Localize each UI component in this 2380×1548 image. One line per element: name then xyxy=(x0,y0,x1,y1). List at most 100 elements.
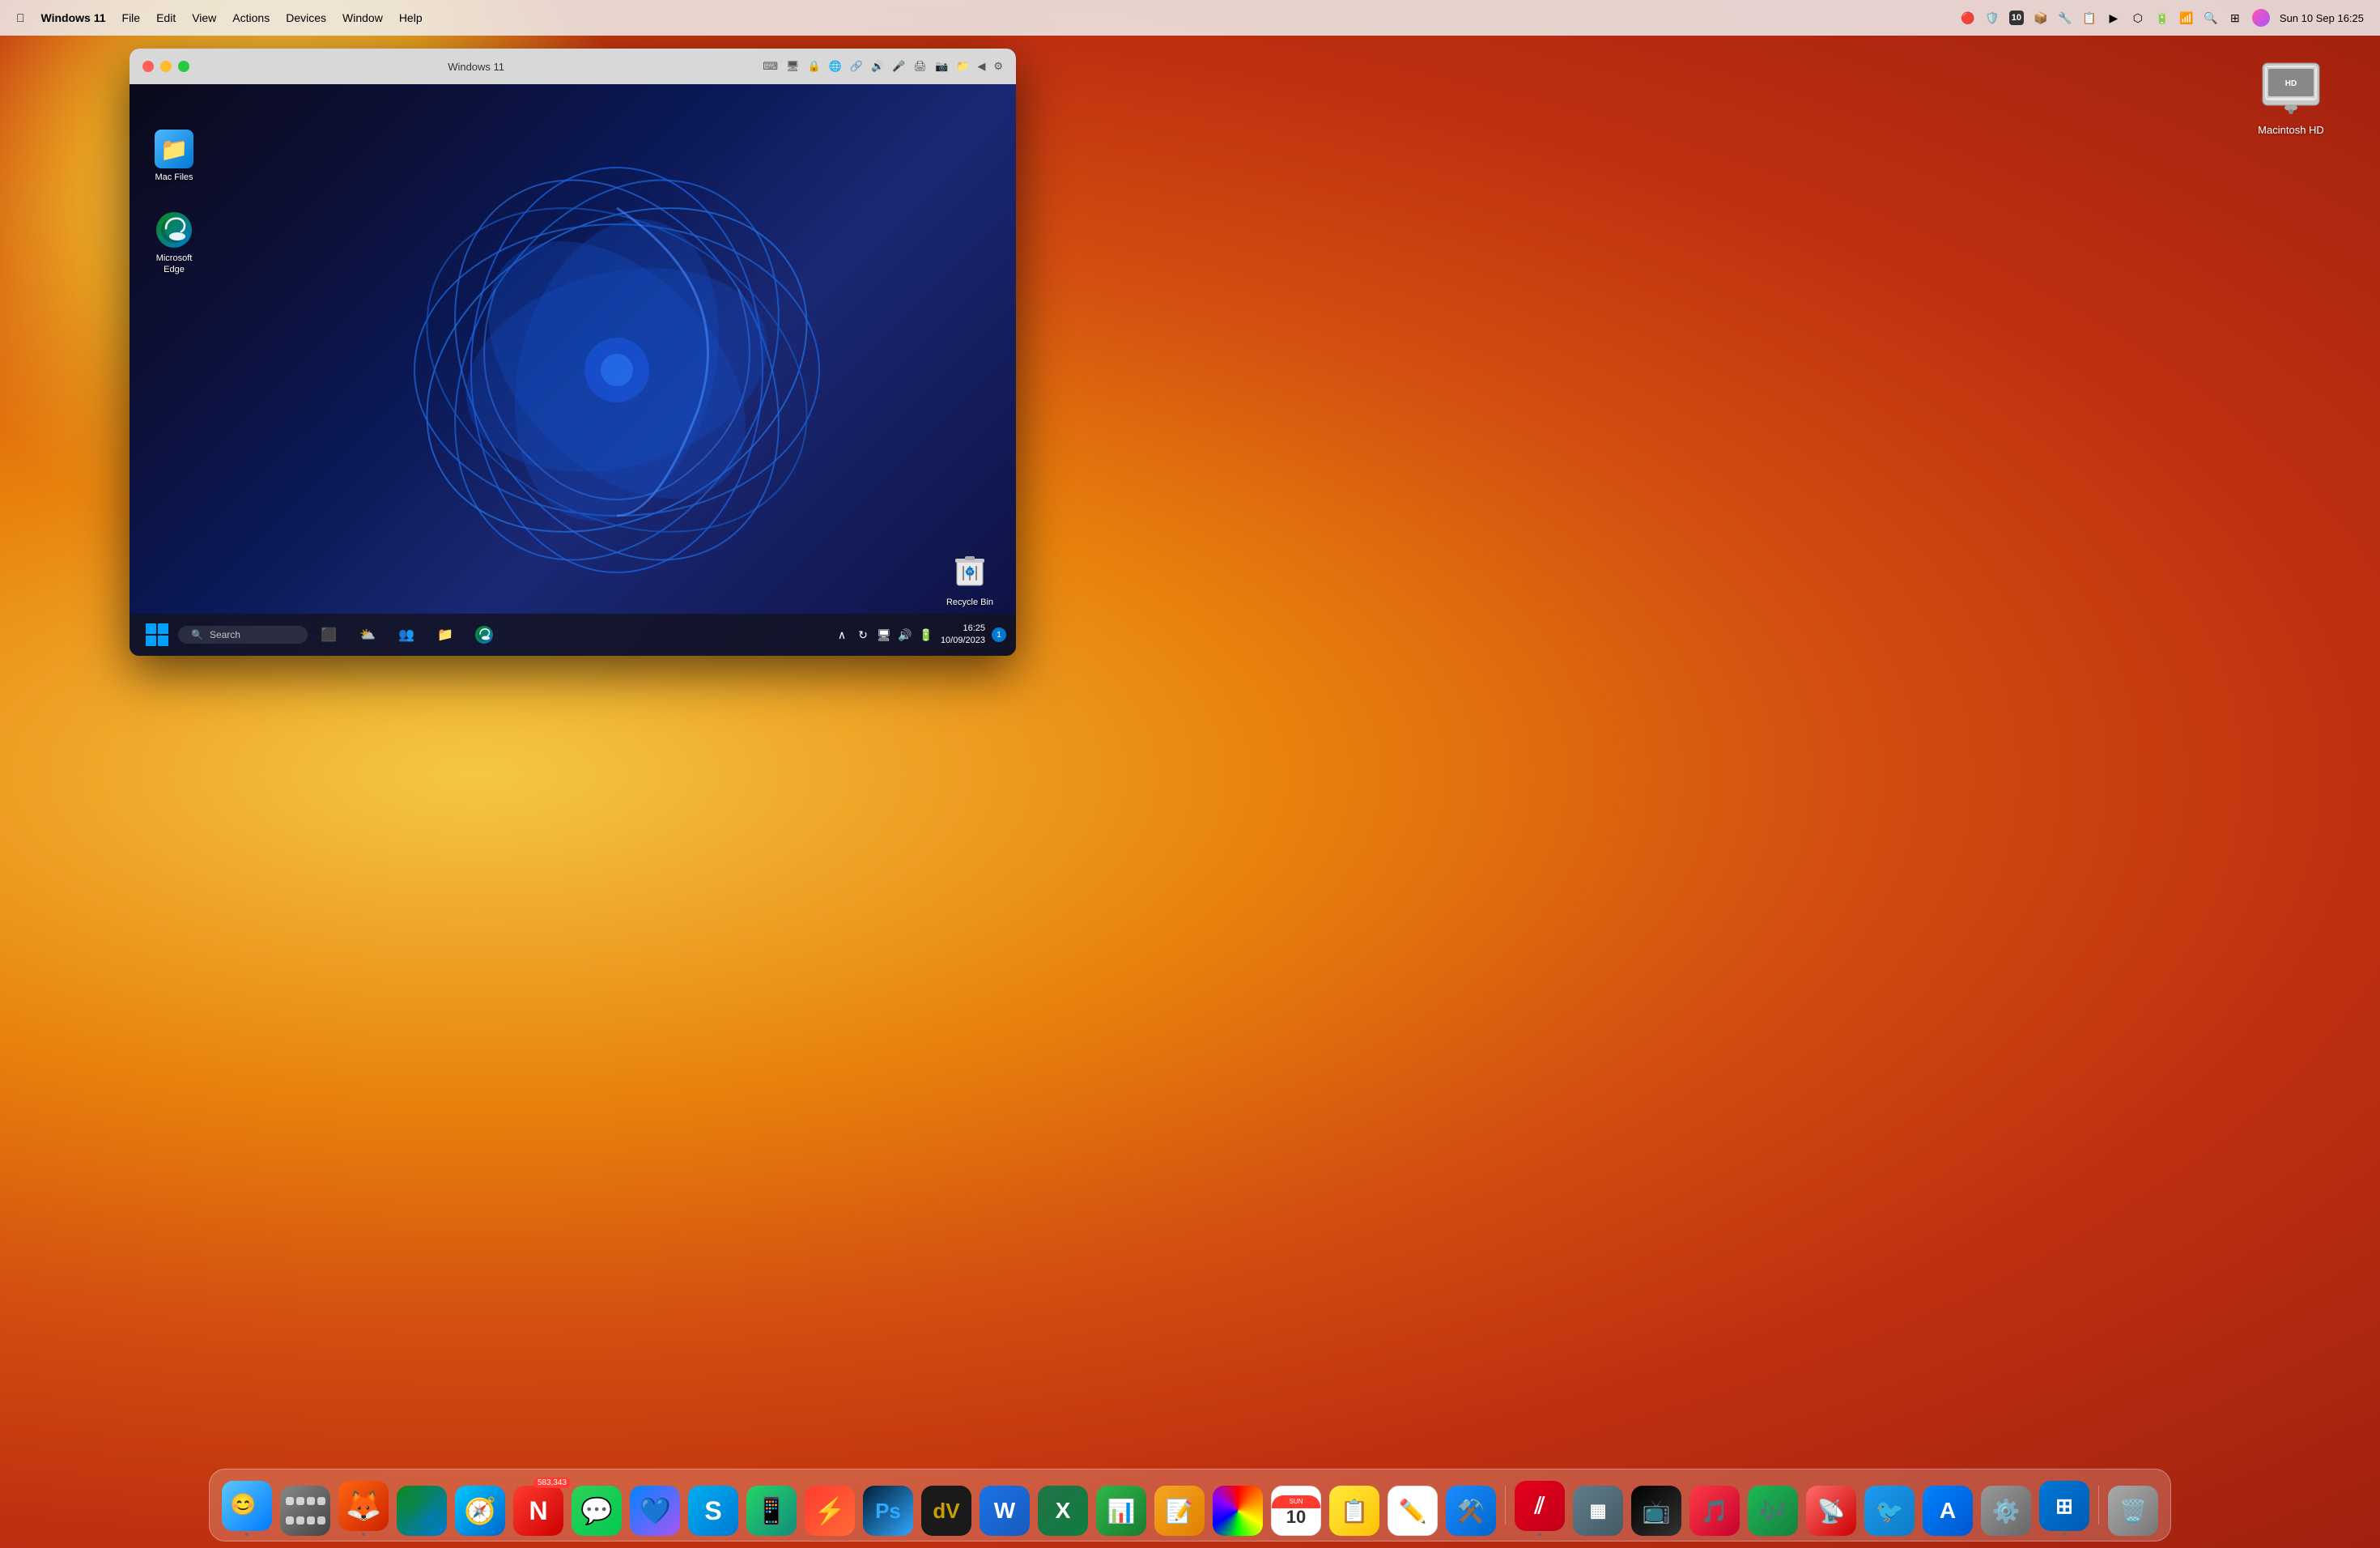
dock-pages[interactable]: 📝 xyxy=(1152,1481,1207,1536)
mac-files-icon[interactable]: 📁 Mac Files xyxy=(142,125,206,188)
mac-menubar:  Windows 11 File Edit View Actions Devi… xyxy=(0,0,2380,36)
dock-news[interactable]: N 583,343 xyxy=(511,1481,566,1536)
widgets-button[interactable]: ⛅ xyxy=(350,617,385,653)
dock-spark[interactable]: ⚡ xyxy=(802,1481,857,1536)
menu-edit[interactable]: Edit xyxy=(156,11,176,24)
dock-trash[interactable]: 🗑️ xyxy=(2106,1481,2161,1536)
start-button[interactable] xyxy=(139,617,175,653)
dock-messenger[interactable]: 💙 xyxy=(627,1481,682,1536)
dock-music[interactable]: 🎵 xyxy=(1687,1481,1742,1536)
dock-syspreferences[interactable]: ⚙️ xyxy=(1978,1481,2034,1536)
maximize-button[interactable] xyxy=(178,61,189,72)
dock-whatsapp[interactable]: 📱 xyxy=(744,1481,799,1536)
excel-icon: X xyxy=(1038,1486,1088,1536)
dock-notes[interactable]: 📋 xyxy=(1327,1481,1382,1536)
menu-view[interactable]: View xyxy=(192,11,216,24)
mic-icon[interactable]: 🎤 xyxy=(892,60,905,73)
menu-help[interactable]: Help xyxy=(399,11,423,24)
hd-icon-img: HD xyxy=(2259,55,2323,120)
vpn-icon[interactable]: 🛡️ xyxy=(1985,11,2000,25)
dock-skype[interactable]: S xyxy=(686,1481,741,1536)
dock-calendar[interactable]: SUN 10 xyxy=(1269,1481,1324,1536)
dock-edge[interactable] xyxy=(394,1481,449,1536)
chevron-up-icon[interactable]: ∧ xyxy=(834,627,850,643)
controlcenter-icon[interactable]: ⊞ xyxy=(2228,11,2242,25)
task-view-button[interactable]: ⬛ xyxy=(311,617,346,653)
dock-twitter[interactable]: 🐦 xyxy=(1862,1481,1917,1536)
folder-icon[interactable]: 📁 xyxy=(956,60,969,73)
dock-finder[interactable]: 😊 xyxy=(219,1481,274,1536)
apple-menu[interactable]:  xyxy=(16,11,25,24)
keyboard-icon[interactable]: ⌨ xyxy=(763,60,778,73)
photoshop-icon: Ps xyxy=(863,1486,913,1536)
dock-firefox[interactable]: 🦊 xyxy=(336,1481,391,1536)
volume-taskbar-icon[interactable]: 🔊 xyxy=(897,627,913,643)
globe-icon[interactable]: 🌐 xyxy=(829,60,842,73)
taskbar-clock[interactable]: 16:25 10/09/2023 xyxy=(941,623,985,648)
tencount-icon[interactable]: 10 xyxy=(2009,11,2024,25)
battery-taskbar-icon[interactable]: 🔋 xyxy=(918,627,934,643)
messenger-icon: 💙 xyxy=(630,1486,680,1536)
camera-icon[interactable]: 📷 xyxy=(935,60,948,73)
volume-icon[interactable]: 🔊 xyxy=(871,60,884,73)
menu-actions[interactable]: Actions xyxy=(232,11,270,24)
bluetooth-icon[interactable]: ⬡ xyxy=(2131,11,2145,25)
launchpad-icon xyxy=(280,1486,330,1536)
skype-icon: S xyxy=(688,1486,738,1536)
dock-safari[interactable]: 🧭 xyxy=(453,1481,508,1536)
print-icon[interactable]: 🖨 xyxy=(913,60,927,73)
menu-file[interactable]: File xyxy=(122,11,141,24)
dock-appstore[interactable]: A xyxy=(1920,1481,1975,1536)
dock-numbers[interactable]: 📊 xyxy=(1094,1481,1149,1536)
search-menubar-icon[interactable]: 🔍 xyxy=(2204,11,2218,25)
globe2-icon[interactable]: 🔗 xyxy=(850,60,863,73)
wifi-icon[interactable]: 📶 xyxy=(2179,11,2194,25)
dock-davinci[interactable]: dV xyxy=(919,1481,974,1536)
minimize-button[interactable] xyxy=(160,61,172,72)
user-icon[interactable] xyxy=(2252,9,2270,27)
recycle-bin-icon[interactable]: ♻ Recycle Bin xyxy=(941,551,998,607)
dock-launchpad[interactable] xyxy=(278,1481,333,1536)
battery-icon[interactable]: 🔋 xyxy=(2155,11,2170,25)
edge-taskbar-button[interactable] xyxy=(466,617,502,653)
menubar-clock[interactable]: Sun 10 Sep 16:25 xyxy=(2280,12,2364,24)
dock-word[interactable]: W xyxy=(977,1481,1032,1536)
dock-excel[interactable]: X xyxy=(1035,1481,1090,1536)
lock-icon[interactable]: 🔒 xyxy=(808,60,821,73)
file-explorer-button[interactable]: 📁 xyxy=(427,617,463,653)
cardhop-icon[interactable]: 📋 xyxy=(2082,11,2097,25)
display-icon[interactable]: 🖥 xyxy=(786,60,800,73)
dock-messages[interactable]: 💬 xyxy=(569,1481,624,1536)
recycle-bin-svg: ♻ xyxy=(950,551,989,590)
netnewswire-icon: 📡 xyxy=(1806,1486,1856,1536)
dropbox-icon[interactable]: 📦 xyxy=(2034,11,2048,25)
dock-photoshop[interactable]: Ps xyxy=(861,1481,916,1536)
close-button[interactable] xyxy=(142,61,154,72)
play-icon[interactable]: ▶ xyxy=(2106,11,2121,25)
notification-badge[interactable]: 1 xyxy=(992,627,1006,642)
settings-icon[interactable]: ⚙ xyxy=(993,60,1003,73)
macintosh-hd-label: Macintosh HD xyxy=(2250,124,2331,136)
dock-spotify[interactable]: 🎶 xyxy=(1745,1481,1800,1536)
macintosh-hd-icon[interactable]: HD Macintosh HD xyxy=(2250,55,2331,136)
taskbar-search[interactable]: 🔍 Search xyxy=(178,626,308,644)
teams-button[interactable]: 👥 xyxy=(389,617,424,653)
dock-win11-taskbar[interactable]: ⊞ xyxy=(2037,1481,2092,1536)
network-icon[interactable]: 🖥 xyxy=(876,627,892,643)
dock-appletv[interactable]: 📺 xyxy=(1629,1481,1684,1536)
dock-parallels[interactable]: ⫽ xyxy=(1512,1481,1567,1536)
menu-window[interactable]: Window xyxy=(342,11,383,24)
svg-text:😊: 😊 xyxy=(230,1492,256,1516)
ms-edge-desktop-icon[interactable]: Microsoft Edge xyxy=(142,206,206,281)
dock-xcode[interactable]: ⚒️ xyxy=(1443,1481,1498,1536)
dock-netnewswire[interactable]: 📡 xyxy=(1804,1481,1859,1536)
dock-vmware[interactable]: ▦ xyxy=(1570,1481,1626,1536)
rotate-icon[interactable]: ↻ xyxy=(855,627,871,643)
menu-devices[interactable]: Devices xyxy=(286,11,326,24)
tools-icon[interactable]: 🔧 xyxy=(2058,11,2072,25)
back-icon[interactable]: ◀ xyxy=(977,60,985,73)
dock-photos[interactable] xyxy=(1210,1481,1265,1536)
dock-freeform[interactable]: ✏️ xyxy=(1385,1481,1440,1536)
screentime-icon[interactable]: 🔴 xyxy=(1961,11,1975,25)
win11-titlebar: Windows 11 ⌨ 🖥 🔒 🌐 🔗 🔊 🎤 🖨 📷 📁 ◀ ⚙ xyxy=(130,49,1016,84)
